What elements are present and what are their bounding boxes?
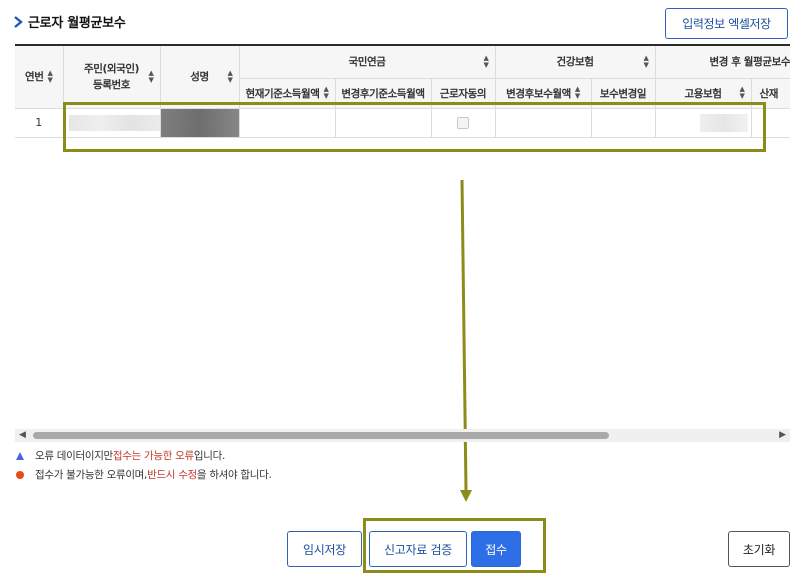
- legend-warning-text-a: 오류 데이터이지만: [35, 450, 113, 462]
- temp-save-button[interactable]: 임시저장: [287, 531, 362, 567]
- legend-warning-text-c: 입니다.: [193, 450, 226, 462]
- scrollbar-thumb[interactable]: [33, 432, 609, 439]
- scroll-right-icon[interactable]: ▶: [779, 431, 786, 440]
- reset-button[interactable]: 초기화: [728, 531, 790, 567]
- horizontal-scrollbar[interactable]: ◀ ▶: [15, 429, 790, 442]
- verify-button[interactable]: 신고자료 검증: [369, 531, 467, 567]
- legend-warning-text-b: 접수는 가능한 오류: [112, 450, 194, 462]
- error-dot-icon: [16, 470, 24, 479]
- legend-error-text-a: 접수가 불가능한 오류이며,: [35, 469, 148, 481]
- annotation-arrow: [460, 179, 472, 502]
- scroll-left-icon[interactable]: ◀: [19, 431, 26, 440]
- legend-error: 접수가 불가능한 오류이며, 반드시 수정 을 하셔야 합니다.: [15, 467, 272, 482]
- warning-triangle-icon: [16, 451, 24, 460]
- legend-warning: 오류 데이터이지만 접수는 가능한 오류 입니다.: [15, 448, 225, 463]
- legend-error-text-b: 반드시 수정: [147, 469, 197, 481]
- submit-button[interactable]: 접수: [471, 531, 521, 567]
- legend-error-text-c: 을 하셔야 합니다.: [196, 469, 272, 481]
